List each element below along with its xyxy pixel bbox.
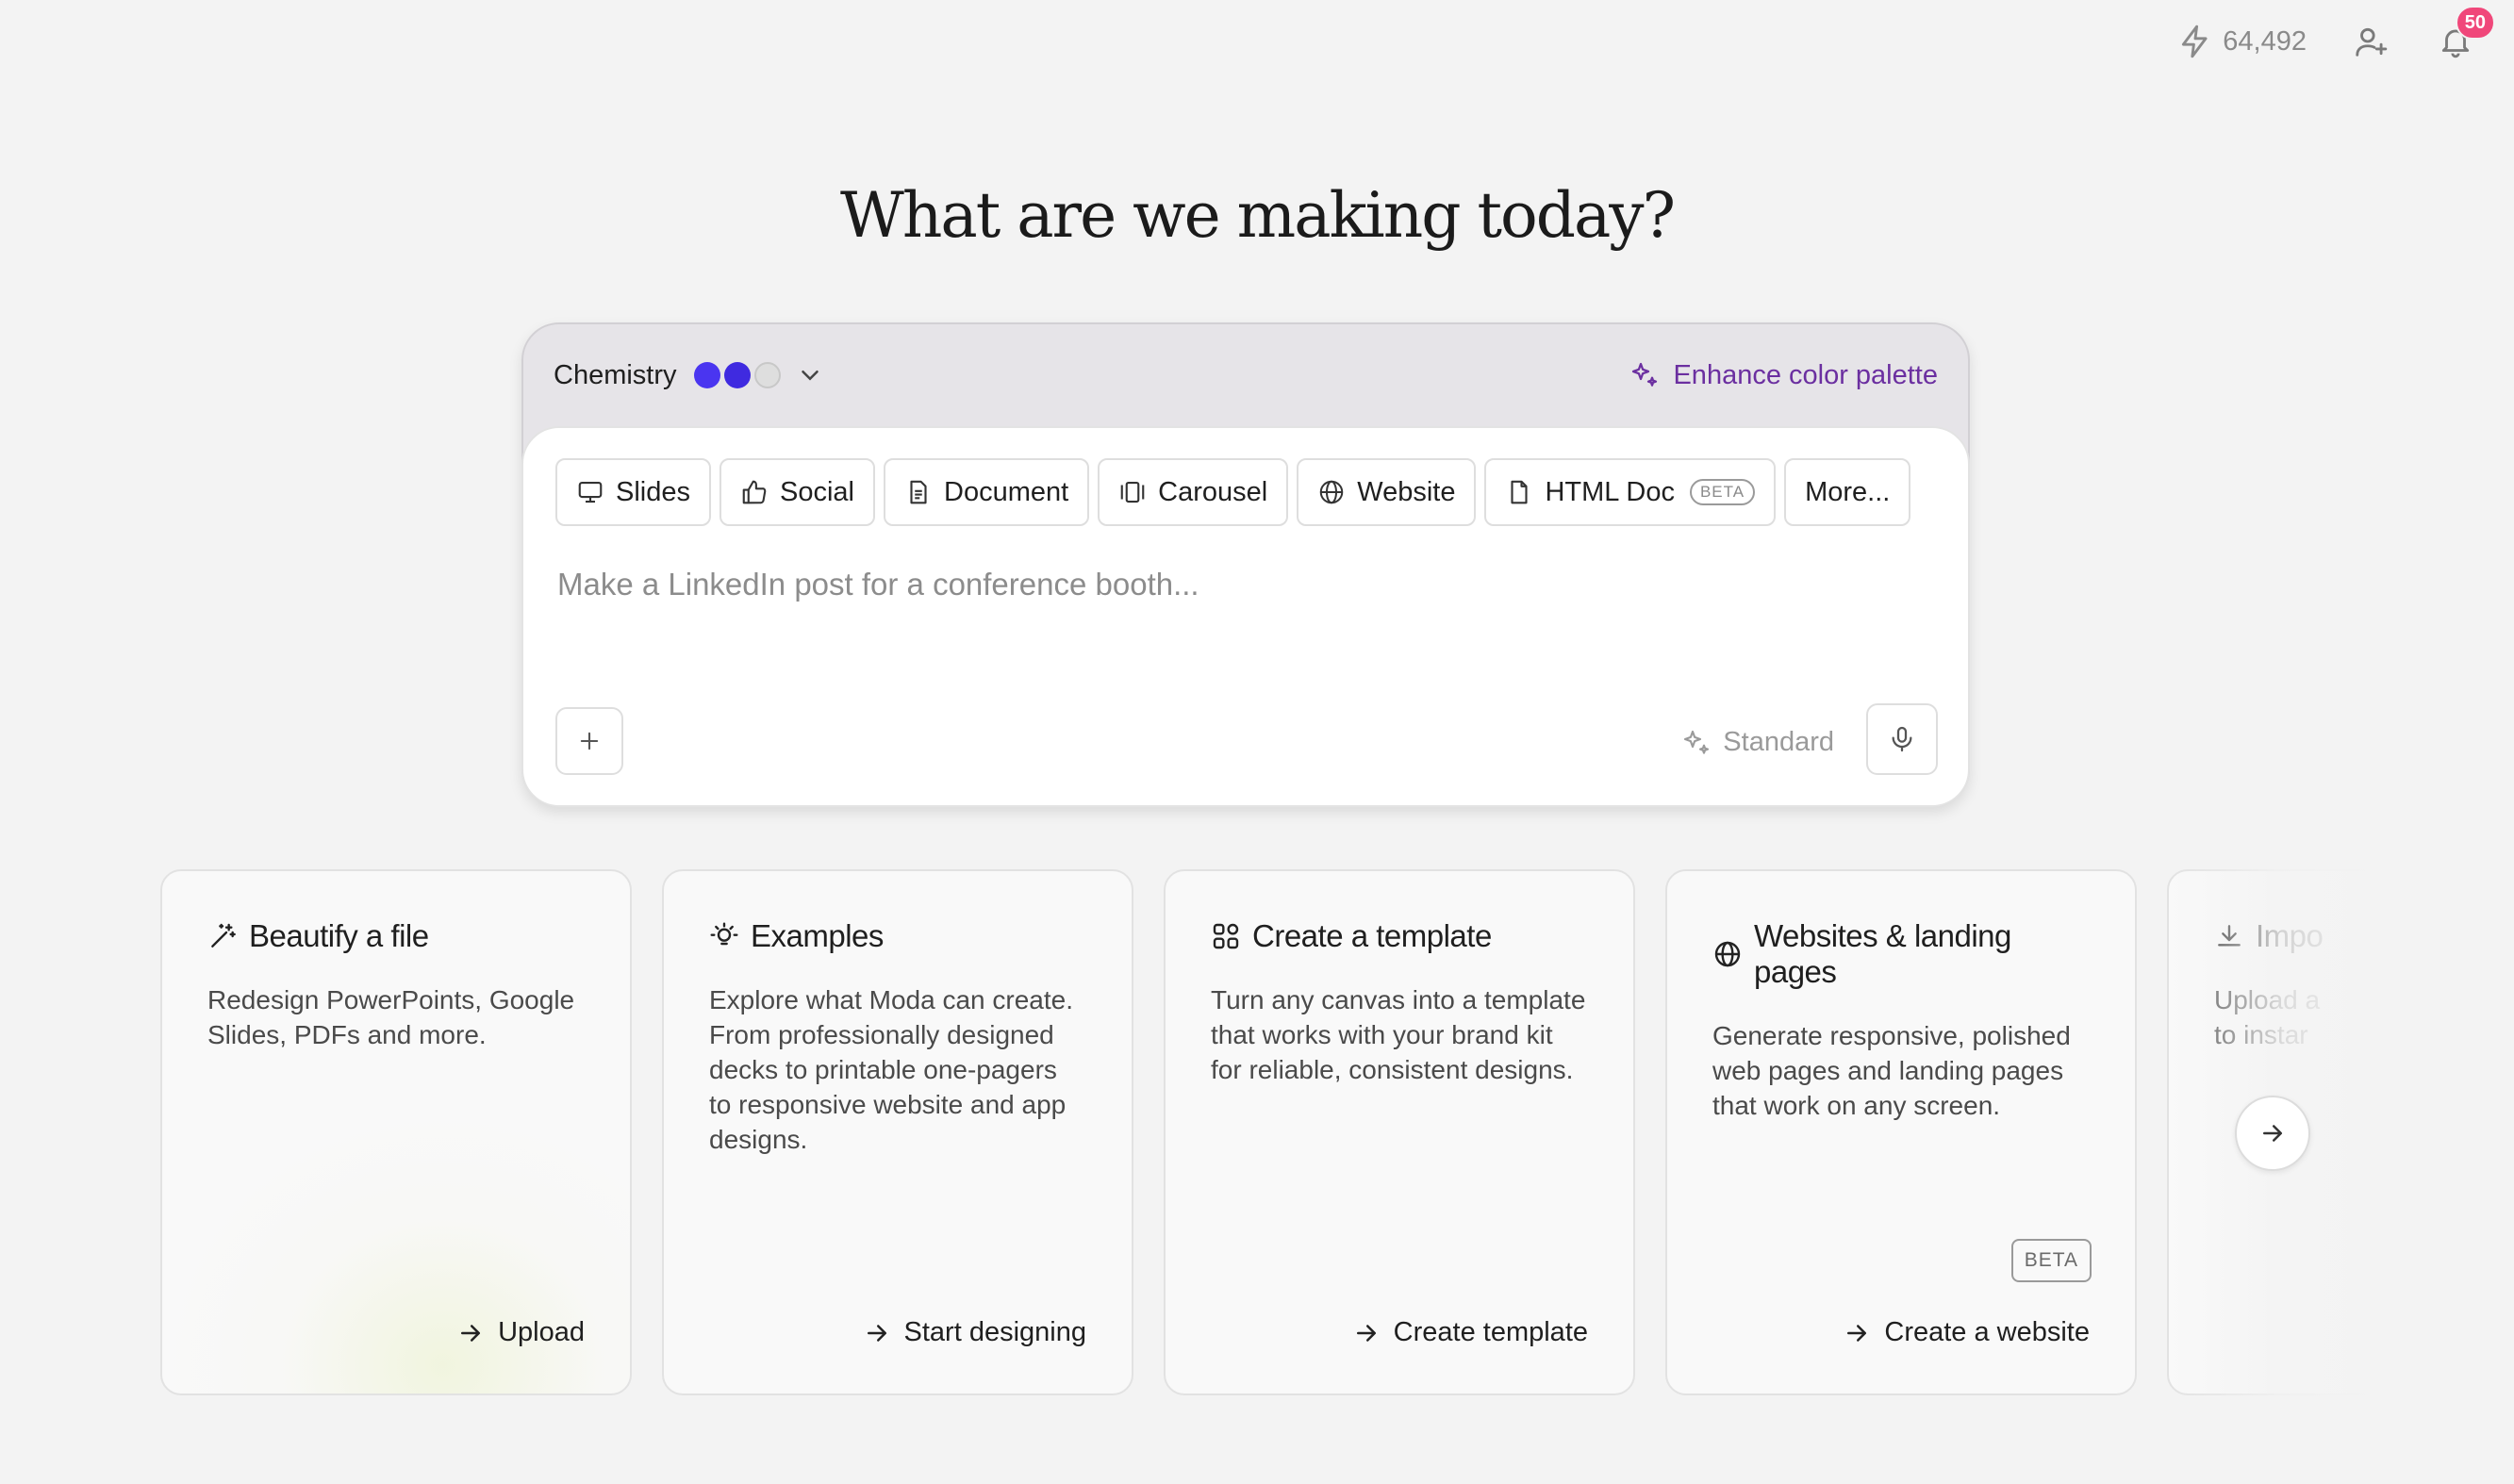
card-action-label: Start designing	[903, 1317, 1086, 1347]
file-icon	[1505, 478, 1533, 506]
prompt-panel-header: Chemistry Enhance color palette	[523, 324, 1968, 426]
carousel-next-button[interactable]	[2235, 1096, 2310, 1171]
card-title-text: Examples	[751, 918, 884, 953]
notifications-button[interactable]: 50	[2435, 6, 2495, 62]
globe-icon	[1712, 939, 1743, 969]
page-title: What are we making today?	[840, 179, 1676, 252]
presentation-icon	[576, 478, 604, 506]
credits-counter[interactable]: 64,492	[2177, 24, 2307, 59]
theme-color-swatches	[693, 362, 781, 388]
card-websites[interactable]: Websites & landing pages Generate respon…	[1665, 869, 2137, 1395]
chip-label: Slides	[616, 476, 690, 507]
lightbulb-icon	[709, 921, 739, 951]
arrow-right-icon	[1352, 1319, 1381, 1347]
chip-social[interactable]: Social	[719, 458, 875, 526]
card-description: Turn any canvas into a template that wor…	[1211, 985, 1586, 1084]
top-bar: 64,492 50	[2177, 6, 2495, 62]
color-swatch	[693, 362, 720, 388]
card-description: Upload a to instar	[2214, 985, 2321, 1049]
card-background-glow	[162, 1111, 630, 1393]
start-designing-button[interactable]: Start designing	[863, 1317, 1086, 1348]
card-description: Explore what Moda can create. From profe…	[709, 985, 1073, 1154]
card-beautify-file[interactable]: Beautify a file Redesign PowerPoints, Go…	[160, 869, 632, 1395]
chip-carousel[interactable]: Carousel	[1098, 458, 1289, 526]
card-title: Beautify a file	[207, 918, 585, 954]
create-website-button[interactable]: Create a website	[1843, 1317, 2090, 1348]
upload-button[interactable]: Upload	[456, 1317, 585, 1348]
arrow-right-icon	[2258, 1119, 2287, 1147]
create-template-button[interactable]: Create template	[1352, 1317, 1588, 1348]
card-create-template[interactable]: Create a template Turn any canvas into a…	[1164, 869, 1635, 1395]
card-import[interactable]: Impo Upload a to instar	[2167, 869, 2514, 1395]
user-plus-icon	[2353, 24, 2389, 59]
card-title-text: Beautify a file	[249, 918, 429, 953]
sparkle-icon	[1681, 728, 1712, 758]
globe-icon	[1317, 478, 1346, 506]
enhance-color-palette-button[interactable]: Enhance color palette	[1629, 360, 1938, 391]
chip-label: Document	[944, 476, 1069, 507]
beta-badge: BETA	[2010, 1239, 2092, 1282]
invite-user-button[interactable]	[2350, 21, 2391, 62]
chevron-down-icon	[796, 361, 824, 389]
microphone-icon	[1887, 724, 1917, 754]
chip-label: Carousel	[1158, 476, 1268, 507]
theme-name: Chemistry	[554, 359, 677, 390]
color-swatch	[753, 362, 781, 388]
chip-label: Social	[780, 476, 854, 507]
add-attachment-button[interactable]	[555, 707, 623, 775]
grid-icon	[1211, 921, 1241, 951]
card-title: Websites & landing pages	[1712, 918, 2090, 990]
format-chips: Slides Social Document Carousel Website …	[555, 458, 1936, 526]
feature-cards: Beautify a file Redesign PowerPoints, Go…	[160, 869, 2514, 1397]
carousel-icon	[1118, 478, 1147, 506]
magic-wand-icon	[207, 921, 238, 951]
card-title: Examples	[709, 918, 1086, 954]
chip-website[interactable]: Website	[1297, 458, 1477, 526]
arrow-right-icon	[863, 1319, 891, 1347]
thumbs-up-icon	[740, 478, 769, 506]
notification-count-badge: 50	[2455, 6, 2495, 40]
download-icon	[2214, 921, 2244, 951]
card-title: Impo	[2214, 918, 2514, 954]
card-title-text: Impo	[2256, 918, 2324, 953]
quality-label: Standard	[1723, 727, 1834, 757]
chip-label: HTML Doc	[1545, 476, 1675, 507]
credits-value: 64,492	[2223, 25, 2307, 57]
sparkle-icon	[1629, 360, 1660, 390]
chip-html-doc[interactable]: HTML Doc BETA	[1484, 458, 1777, 526]
card-action-label: Upload	[498, 1317, 585, 1347]
quality-selector[interactable]: Standard	[1681, 727, 1834, 758]
card-action-label: Create template	[1393, 1317, 1588, 1347]
chip-label: More...	[1805, 476, 1891, 507]
chip-slides[interactable]: Slides	[555, 458, 711, 526]
theme-selector[interactable]: Chemistry	[554, 360, 824, 391]
plus-icon	[576, 728, 603, 754]
arrow-right-icon	[1843, 1319, 1871, 1347]
prompt-panel-body: Slides Social Document Carousel Website …	[521, 426, 1970, 807]
beta-badge: BETA	[1689, 479, 1756, 505]
card-title: Create a template	[1211, 918, 1588, 954]
prompt-panel: Chemistry Enhance color palette Slides S…	[521, 322, 1970, 807]
lightning-icon	[2177, 24, 2213, 59]
chip-more[interactable]: More...	[1784, 458, 1911, 526]
enhance-label: Enhance color palette	[1673, 359, 1938, 390]
card-title-text: Websites & landing pages	[1754, 918, 2011, 989]
card-description: Generate responsive, polished web pages …	[1712, 1021, 2071, 1120]
arrow-right-icon	[456, 1319, 485, 1347]
card-action-label: Create a website	[1884, 1317, 2090, 1347]
card-description: Redesign PowerPoints, Google Slides, PDF…	[207, 985, 575, 1049]
chip-label: Website	[1357, 476, 1456, 507]
prompt-input[interactable]	[557, 556, 1877, 613]
color-swatch	[723, 362, 751, 388]
voice-input-button[interactable]	[1866, 703, 1938, 775]
document-icon	[904, 478, 933, 506]
card-examples[interactable]: Examples Explore what Moda can create. F…	[662, 869, 1133, 1395]
card-title-text: Create a template	[1252, 918, 1492, 953]
chip-document[interactable]: Document	[884, 458, 1090, 526]
